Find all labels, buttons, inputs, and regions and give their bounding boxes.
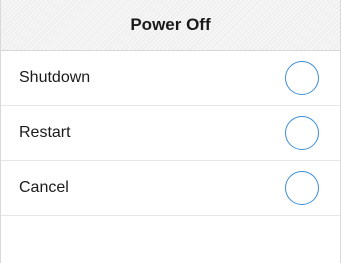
cancel-radio-button[interactable]	[285, 171, 319, 205]
option-label-restart: Restart	[19, 124, 71, 141]
shutdown-radio-button[interactable]	[285, 61, 319, 95]
dialog-title: Power Off	[130, 15, 211, 34]
option-label-cancel: Cancel	[19, 179, 69, 196]
option-cancel[interactable]: Cancel	[1, 161, 340, 216]
dialog-header: Power Off	[1, 0, 340, 51]
option-shutdown[interactable]: Shutdown	[1, 51, 340, 106]
restart-radio-button[interactable]	[285, 116, 319, 150]
option-label-shutdown: Shutdown	[19, 69, 91, 86]
option-restart[interactable]: Restart	[1, 106, 340, 161]
power-off-dialog: Power Off Shutdown Restart Cancel	[0, 0, 341, 263]
